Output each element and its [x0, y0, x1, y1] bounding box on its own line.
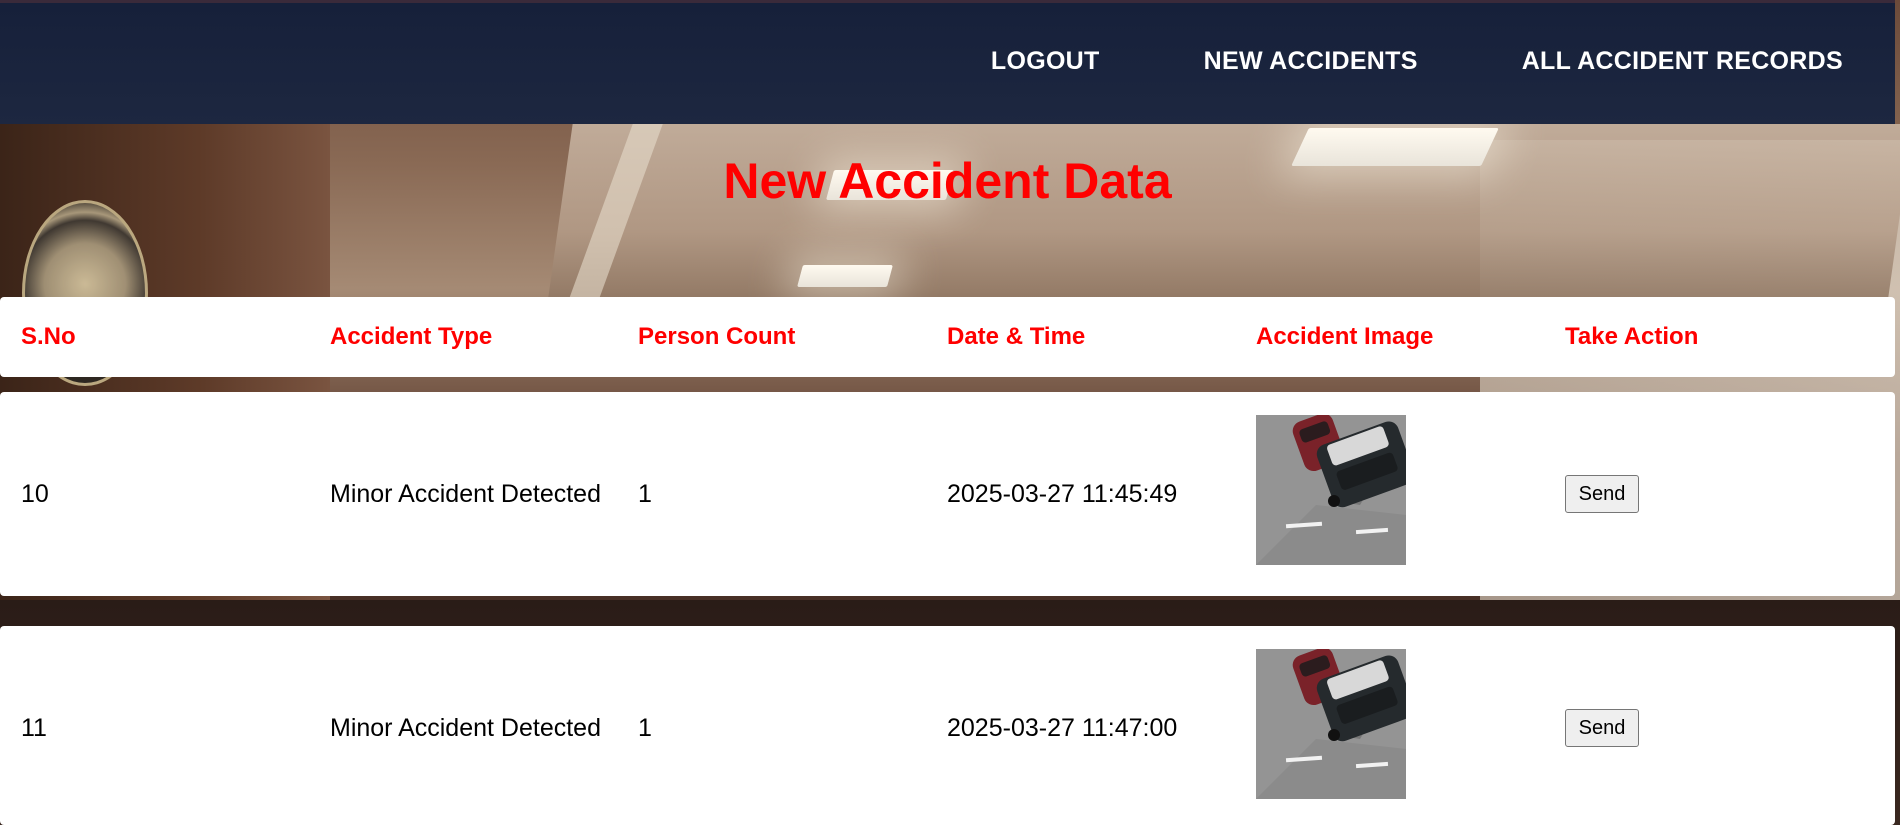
- accident-image-thumbnail[interactable]: [1256, 415, 1406, 565]
- header-person-count: Person Count: [638, 323, 796, 350]
- cell-date-time: 2025-03-27 11:47:00: [947, 714, 1178, 742]
- cell-accident-type: Minor Accident Detected: [330, 480, 601, 508]
- nav-new-accidents-link[interactable]: NEW ACCIDENTS: [1204, 47, 1418, 76]
- header-date-time: Date & Time: [947, 323, 1086, 350]
- nav-links: LOGOUT NEW ACCIDENTS ALL ACCIDENT RECORD…: [991, 47, 1843, 76]
- cell-accident-type: Minor Accident Detected: [330, 714, 601, 742]
- send-button[interactable]: Send: [1565, 709, 1639, 747]
- cell-person-count: 1: [638, 480, 652, 508]
- ceiling-light: [797, 265, 893, 287]
- page-title: New Accident Data: [723, 153, 1172, 209]
- table-header-row: S.No Accident Type Person Count Date & T…: [0, 297, 1895, 377]
- background-ceiling: [547, 124, 1900, 304]
- nav-logout-link[interactable]: LOGOUT: [991, 47, 1100, 76]
- cell-person-count: 1: [638, 714, 652, 742]
- header-accident-type: Accident Type: [330, 323, 493, 350]
- cell-sno: 11: [21, 714, 47, 742]
- header-sno: S.No: [21, 323, 76, 350]
- header-take-action: Take Action: [1565, 323, 1699, 350]
- cell-date-time: 2025-03-27 11:45:49: [947, 480, 1178, 508]
- cell-sno: 10: [21, 480, 49, 508]
- accident-image-thumbnail[interactable]: [1256, 649, 1406, 799]
- header-accident-image: Accident Image: [1256, 323, 1434, 350]
- table-row: 11 Minor Accident Detected 1 2025-03-27 …: [0, 626, 1895, 825]
- accident-photo-icon: [1256, 415, 1406, 565]
- send-button[interactable]: Send: [1565, 475, 1639, 513]
- accident-photo-icon: [1256, 649, 1406, 799]
- top-navbar: LOGOUT NEW ACCIDENTS ALL ACCIDENT RECORD…: [0, 0, 1895, 124]
- nav-all-accident-records-link[interactable]: ALL ACCIDENT RECORDS: [1522, 47, 1843, 76]
- table-row: 10 Minor Accident Detected 1 2025-03-27 …: [0, 392, 1895, 596]
